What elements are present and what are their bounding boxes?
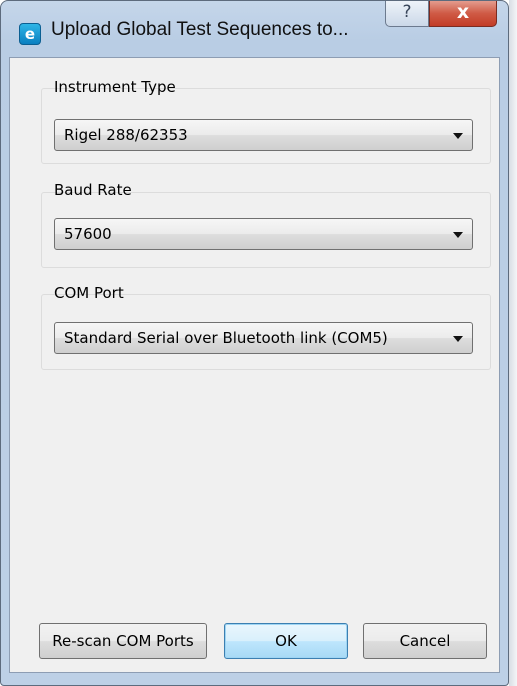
chevron-down-icon	[453, 133, 463, 139]
baud-rate-select[interactable]: 57600	[54, 218, 473, 250]
dialog-body: Instrument Type Rigel 288/62353 Baud Rat…	[9, 57, 500, 673]
baud-rate-label: Baud Rate	[54, 181, 132, 199]
desktop-background	[509, 0, 517, 686]
window-title: Upload Global Test Sequences to...	[51, 19, 349, 40]
cancel-button[interactable]: Cancel	[363, 623, 487, 659]
ok-button[interactable]: OK	[224, 623, 348, 659]
instrument-type-select[interactable]: Rigel 288/62353	[54, 119, 473, 151]
close-icon: x	[456, 1, 470, 23]
com-port-value: Standard Serial over Bluetooth link (COM…	[64, 329, 388, 347]
rescan-com-ports-button[interactable]: Re-scan COM Ports	[39, 623, 207, 659]
chevron-down-icon	[453, 232, 463, 238]
com-port-label: COM Port	[54, 284, 124, 302]
help-button[interactable]: ?	[385, 1, 429, 27]
instrument-type-value: Rigel 288/62353	[64, 126, 188, 144]
close-button[interactable]: x	[429, 1, 497, 27]
help-icon: ?	[402, 2, 412, 22]
title-bar[interactable]: e Upload Global Test Sequences to... ? x	[1, 1, 508, 57]
chevron-down-icon	[453, 336, 463, 342]
app-logo-glyph: e	[24, 25, 36, 43]
app-logo-icon: e	[19, 23, 41, 45]
dialog-window: e Upload Global Test Sequences to... ? x…	[0, 0, 509, 686]
instrument-type-label: Instrument Type	[54, 78, 176, 96]
com-port-select[interactable]: Standard Serial over Bluetooth link (COM…	[54, 322, 473, 354]
baud-rate-value: 57600	[64, 225, 112, 243]
